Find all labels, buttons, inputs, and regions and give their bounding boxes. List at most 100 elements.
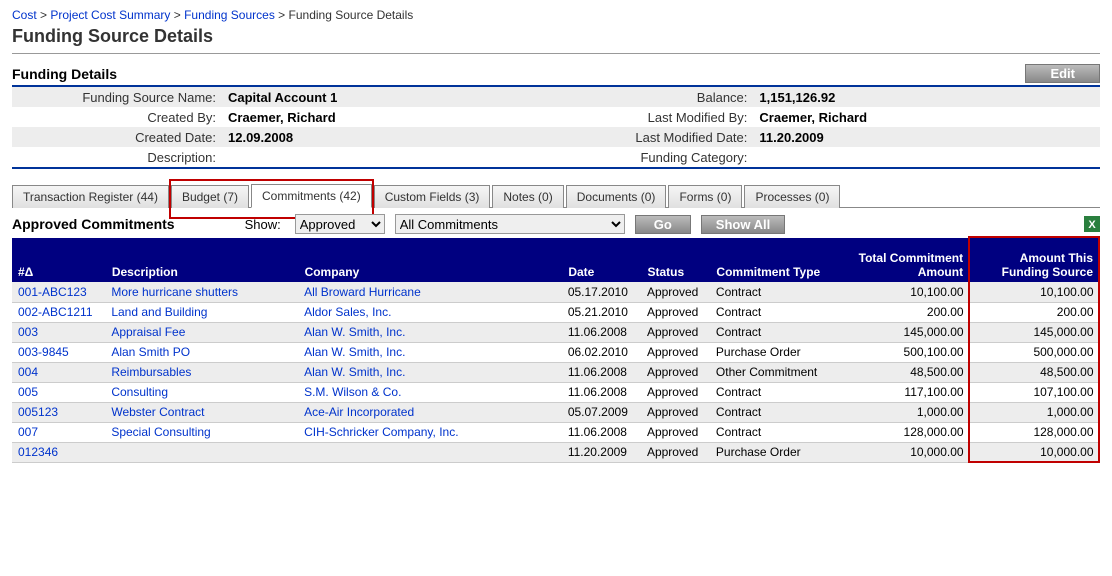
cell-number-link[interactable]: 003 bbox=[18, 325, 38, 339]
cell-description-link[interactable]: Special Consulting bbox=[111, 425, 210, 439]
tab-forms[interactable]: Forms (0) bbox=[668, 185, 742, 208]
cell-total: 48,500.00 bbox=[842, 362, 970, 382]
cell-amount: 1,000.00 bbox=[970, 402, 1100, 422]
label-balance: Balance: bbox=[573, 87, 753, 107]
tab-budget[interactable]: Budget (7) bbox=[171, 185, 249, 208]
value-created-date: 12.09.2008 bbox=[222, 127, 573, 147]
th-amount-this-source[interactable]: Amount This Funding Source bbox=[970, 238, 1100, 282]
cell-description-link[interactable]: More hurricane shutters bbox=[111, 285, 238, 299]
cell-date: 11.06.2008 bbox=[562, 382, 641, 402]
label-created-by: Created By: bbox=[12, 107, 222, 127]
bc-sep: > bbox=[278, 8, 288, 22]
cell-number-link[interactable]: 002-ABC1211 bbox=[18, 305, 93, 319]
table-row: 002-ABC1211 Land and Building Aldor Sales,… bbox=[12, 302, 1100, 322]
table-row: 01234611.20.2009ApprovedPurchase Order10… bbox=[12, 442, 1100, 462]
value-balance: 1,151,126.92 bbox=[753, 87, 1100, 107]
commitments-table: #Δ Description Company Date Status Commi… bbox=[12, 238, 1100, 463]
th-number[interactable]: #Δ bbox=[12, 238, 105, 282]
funding-details-grid: Funding Source Name: Capital Account 1 B… bbox=[12, 87, 1100, 167]
cell-description-link[interactable]: Appraisal Fee bbox=[111, 325, 185, 339]
cell-date: 06.02.2010 bbox=[562, 342, 641, 362]
cell-company-link[interactable]: CIH-Schricker Company, Inc. bbox=[304, 425, 458, 439]
show-select[interactable]: Approved bbox=[295, 214, 385, 234]
bc-summary[interactable]: Project Cost Summary bbox=[50, 8, 170, 22]
cell-company-link[interactable]: S.M. Wilson & Co. bbox=[304, 385, 401, 399]
export-excel-icon[interactable]: X bbox=[1084, 216, 1100, 232]
label-modified-by: Last Modified By: bbox=[573, 107, 753, 127]
cell-amount: 200.00 bbox=[970, 302, 1100, 322]
cell-description-link[interactable]: Alan Smith PO bbox=[111, 345, 190, 359]
cell-status: Approved bbox=[641, 322, 710, 342]
cell-status: Approved bbox=[641, 402, 710, 422]
cell-type: Contract bbox=[710, 402, 842, 422]
th-total-amount[interactable]: Total Commitment Amount bbox=[842, 238, 970, 282]
cell-status: Approved bbox=[641, 342, 710, 362]
label-funding-source-name: Funding Source Name: bbox=[12, 87, 222, 107]
cell-status: Approved bbox=[641, 382, 710, 402]
cell-company-link[interactable]: Aldor Sales, Inc. bbox=[304, 305, 391, 319]
cell-total: 117,100.00 bbox=[842, 382, 970, 402]
go-button[interactable]: Go bbox=[635, 215, 691, 234]
label-created-date: Created Date: bbox=[12, 127, 222, 147]
tab-notes[interactable]: Notes (0) bbox=[492, 185, 563, 208]
cell-number-link[interactable]: 012346 bbox=[18, 445, 58, 459]
cell-description-link[interactable]: Webster Contract bbox=[111, 405, 204, 419]
cell-number-link[interactable]: 003-9845 bbox=[18, 345, 69, 359]
cell-amount: 10,000.00 bbox=[970, 442, 1100, 462]
value-modified-date: 11.20.2009 bbox=[753, 127, 1100, 147]
cell-total: 1,000.00 bbox=[842, 402, 970, 422]
cell-description-link[interactable]: Land and Building bbox=[111, 305, 207, 319]
th-company[interactable]: Company bbox=[298, 238, 562, 282]
commitments-filter-select[interactable]: All Commitments bbox=[395, 214, 625, 234]
cell-amount: 107,100.00 bbox=[970, 382, 1100, 402]
divider bbox=[12, 53, 1100, 54]
cell-type: Contract bbox=[710, 282, 842, 302]
cell-number-link[interactable]: 005123 bbox=[18, 405, 58, 419]
cell-type: Other Commitment bbox=[710, 362, 842, 382]
tab-transaction-register[interactable]: Transaction Register (44) bbox=[12, 185, 169, 208]
cell-company-link[interactable]: All Broward Hurricane bbox=[304, 285, 421, 299]
cell-company-link[interactable]: Alan W. Smith, Inc. bbox=[304, 345, 405, 359]
bc-cost[interactable]: Cost bbox=[12, 8, 37, 22]
cell-total: 200.00 bbox=[842, 302, 970, 322]
tab-documents[interactable]: Documents (0) bbox=[566, 185, 667, 208]
label-category: Funding Category: bbox=[573, 147, 753, 167]
breadcrumb: Cost > Project Cost Summary > Funding So… bbox=[12, 8, 1100, 22]
label-description: Description: bbox=[12, 147, 222, 167]
cell-type: Purchase Order bbox=[710, 342, 842, 362]
value-category bbox=[753, 147, 1100, 167]
cell-description-link[interactable]: Reimbursables bbox=[111, 365, 191, 379]
cell-company-link[interactable]: Alan W. Smith, Inc. bbox=[304, 325, 405, 339]
cell-total: 128,000.00 bbox=[842, 422, 970, 442]
cell-date: 05.21.2010 bbox=[562, 302, 641, 322]
cell-amount: 128,000.00 bbox=[970, 422, 1100, 442]
cell-status: Approved bbox=[641, 362, 710, 382]
cell-company-link[interactable]: Ace-Air Incorporated bbox=[304, 405, 414, 419]
th-commitment-type[interactable]: Commitment Type bbox=[710, 238, 842, 282]
cell-number-link[interactable]: 004 bbox=[18, 365, 38, 379]
value-funding-source-name: Capital Account 1 bbox=[222, 87, 573, 107]
table-row: 004ReimbursablesAlan W. Smith, Inc.11.06… bbox=[12, 362, 1100, 382]
cell-number-link[interactable]: 007 bbox=[18, 425, 38, 439]
bc-details: Funding Source Details bbox=[289, 8, 414, 22]
table-row: 003-9845 Alan Smith PO Alan W. Smith, Inc.… bbox=[12, 342, 1100, 362]
cell-type: Purchase Order bbox=[710, 442, 842, 462]
th-status[interactable]: Status bbox=[641, 238, 710, 282]
table-row: 003Appraisal FeeAlan W. Smith, Inc.11.06… bbox=[12, 322, 1100, 342]
bc-funding[interactable]: Funding Sources bbox=[184, 8, 275, 22]
cell-total: 500,100.00 bbox=[842, 342, 970, 362]
cell-description-link[interactable]: Consulting bbox=[111, 385, 168, 399]
th-description[interactable]: Description bbox=[105, 238, 298, 282]
show-all-button[interactable]: Show All bbox=[701, 215, 785, 234]
tab-custom-fields[interactable]: Custom Fields (3) bbox=[374, 185, 491, 208]
tab-processes[interactable]: Processes (0) bbox=[744, 185, 840, 208]
cell-number-link[interactable]: 005 bbox=[18, 385, 38, 399]
cell-company-link[interactable]: Alan W. Smith, Inc. bbox=[304, 365, 405, 379]
cell-number-link[interactable]: 001-ABC123 bbox=[18, 285, 87, 299]
cell-type: Contract bbox=[710, 382, 842, 402]
cell-status: Approved bbox=[641, 302, 710, 322]
edit-button[interactable]: Edit bbox=[1025, 64, 1100, 83]
tab-commitments[interactable]: Commitments (42) bbox=[251, 184, 372, 208]
th-date[interactable]: Date bbox=[562, 238, 641, 282]
table-body: 001-ABC123 More hurricane shutters All Bro… bbox=[12, 282, 1100, 462]
